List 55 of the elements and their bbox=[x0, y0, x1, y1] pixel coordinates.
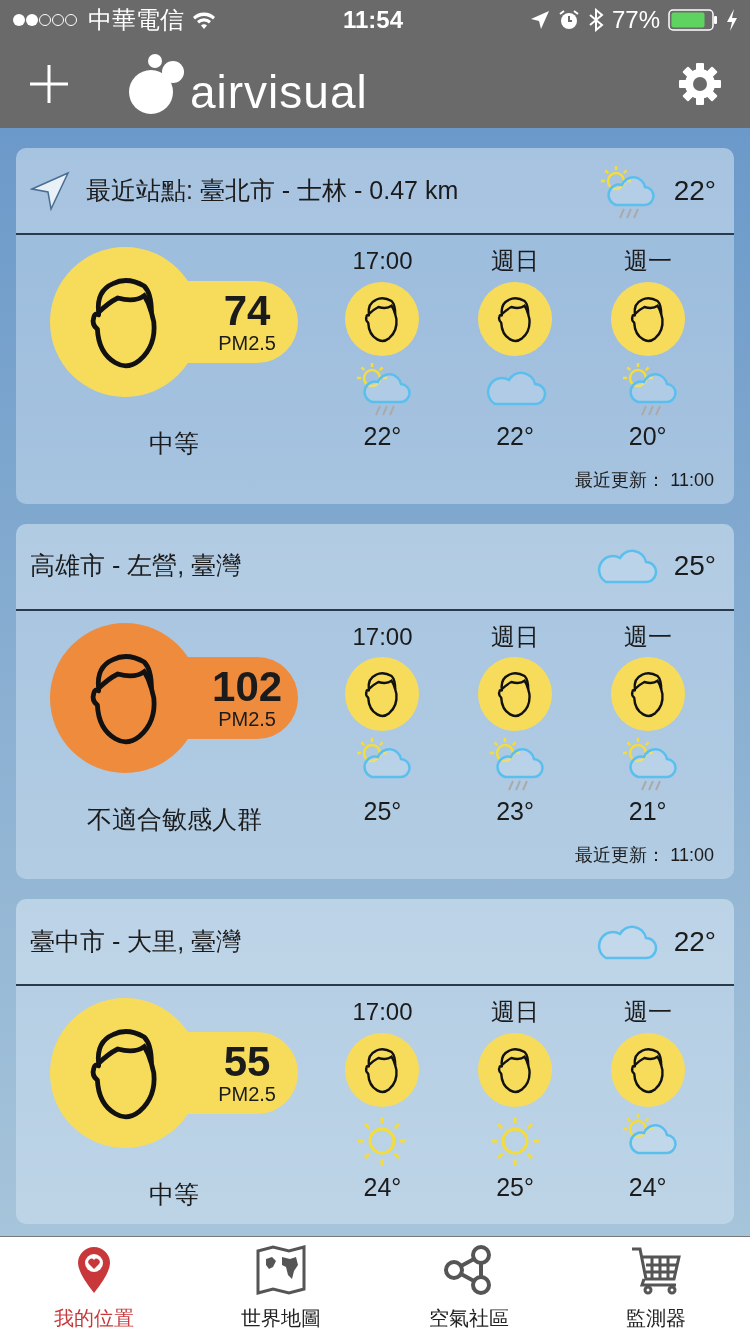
aqi-value: 102 bbox=[212, 665, 283, 708]
station-name: 臺中市 - 大里, 臺灣 bbox=[30, 925, 242, 957]
tab-button[interactable]: 監測器 bbox=[562, 1237, 750, 1334]
bluetooth-icon bbox=[587, 8, 604, 32]
forecast-temperature: 25° bbox=[496, 1171, 534, 1203]
aqi-value: 74 bbox=[223, 290, 271, 332]
forecast-time: 週日 bbox=[491, 247, 540, 276]
tab-button[interactable]: 我的位置 bbox=[0, 1237, 188, 1334]
cart-icon bbox=[630, 1245, 683, 1295]
carrier-name: 中華電信 bbox=[88, 5, 184, 35]
settings-button[interactable] bbox=[676, 60, 724, 108]
forecast-temperature: 21° bbox=[628, 796, 667, 828]
battery-percent: 77% bbox=[611, 5, 660, 35]
forecast-time: 週日 bbox=[491, 622, 540, 652]
map-icon bbox=[256, 1245, 307, 1295]
forecast-temperature: 25° bbox=[363, 796, 402, 828]
station-name: 高雄市 - 左營, 臺灣 bbox=[30, 550, 242, 582]
forecast-temperature: 24° bbox=[363, 1171, 402, 1203]
air-quality-label: 中等 bbox=[149, 428, 200, 459]
pollutant-label: PM2.5 bbox=[218, 707, 276, 730]
temperature: 22° bbox=[673, 924, 716, 959]
pollutant-label: PM2.5 bbox=[218, 332, 276, 354]
logo-text: airvisual bbox=[190, 69, 368, 115]
alarm-icon bbox=[557, 9, 580, 31]
location-arrow-icon bbox=[529, 10, 550, 30]
charging-bolt-icon bbox=[726, 9, 738, 31]
forecast-temperature: 22° bbox=[363, 420, 402, 452]
forecast-time: 17:00 bbox=[352, 247, 413, 276]
signal-icon bbox=[12, 13, 80, 27]
last-updated: 最近更新： 11:00 bbox=[575, 844, 714, 867]
last-updated: 最近更新： 11:00 bbox=[575, 468, 714, 492]
air-quality-label: 中等 bbox=[149, 1179, 200, 1210]
aqi-value: 55 bbox=[223, 1041, 271, 1083]
battery-icon bbox=[668, 9, 718, 31]
temperature: 25° bbox=[673, 549, 716, 583]
forecast-temperature: 23° bbox=[496, 796, 534, 828]
forecast-time: 週一 bbox=[623, 622, 672, 652]
forecast-time: 週一 bbox=[623, 998, 672, 1027]
forecast-temperature: 24° bbox=[628, 1171, 667, 1203]
forecast-temperature: 22° bbox=[496, 420, 534, 452]
tab-button[interactable]: 世界地圖 bbox=[187, 1237, 375, 1334]
status-time: 11:54 bbox=[342, 5, 403, 35]
wifi-icon bbox=[192, 11, 216, 29]
station-name: 最近站點: 臺北市 - 士林 - 0.47 km bbox=[86, 174, 459, 206]
add-button[interactable] bbox=[30, 65, 68, 103]
forecast-time: 17:00 bbox=[352, 998, 413, 1027]
forecast-temperature: 20° bbox=[628, 420, 667, 452]
forecast-time: 週日 bbox=[491, 998, 540, 1027]
temperature: 22° bbox=[673, 173, 716, 208]
forecast-time: 17:00 bbox=[352, 622, 413, 652]
pollutant-label: PM2.5 bbox=[218, 1083, 276, 1105]
logo-icon bbox=[128, 53, 186, 115]
tab-button[interactable]: 空氣社區 bbox=[375, 1237, 563, 1334]
forecast-time: 週一 bbox=[623, 247, 672, 276]
air-quality-label: 不適合敏感人群 bbox=[86, 803, 262, 835]
